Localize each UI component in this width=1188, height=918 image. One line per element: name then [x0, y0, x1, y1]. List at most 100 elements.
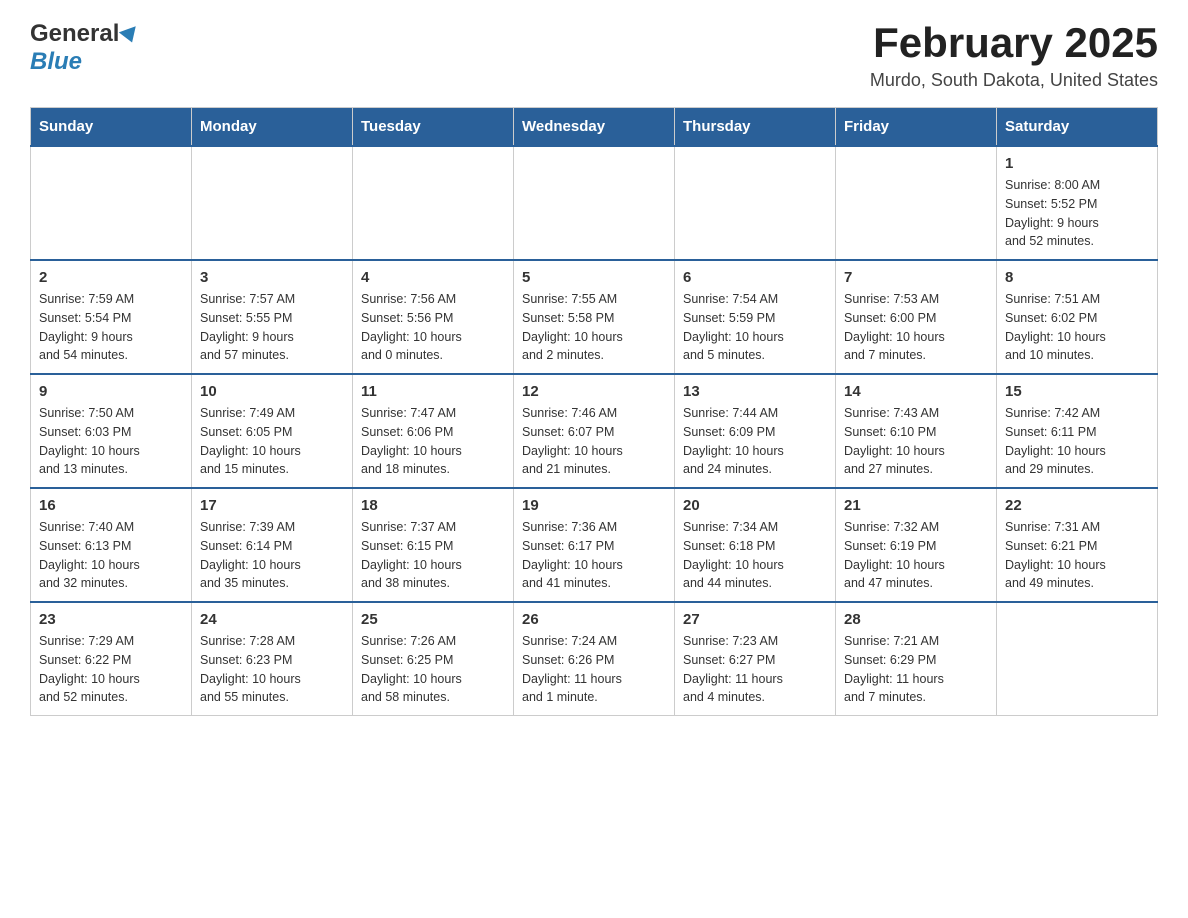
day-number: 21	[844, 497, 988, 514]
day-cell	[997, 602, 1158, 716]
day-cell: 18 Sunrise: 7:37 AM Sunset: 6:15 PM Dayli…	[353, 488, 514, 602]
weekday-tuesday: Tuesday	[353, 108, 514, 147]
day-number: 7	[844, 269, 988, 286]
day-cell: 9 Sunrise: 7:50 AM Sunset: 6:03 PM Daylig…	[31, 374, 192, 488]
day-info: Sunrise: 7:57 AM Sunset: 5:55 PM Dayligh…	[200, 290, 344, 365]
day-cell	[192, 146, 353, 260]
day-info: Sunrise: 7:49 AM Sunset: 6:05 PM Dayligh…	[200, 404, 344, 479]
day-cell	[353, 146, 514, 260]
day-cell: 11 Sunrise: 7:47 AM Sunset: 6:06 PM Dayli…	[353, 374, 514, 488]
day-cell: 16 Sunrise: 7:40 AM Sunset: 6:13 PM Dayli…	[31, 488, 192, 602]
day-info: Sunrise: 7:36 AM Sunset: 6:17 PM Dayligh…	[522, 518, 666, 593]
day-cell	[514, 146, 675, 260]
day-number: 11	[361, 383, 505, 400]
day-info: Sunrise: 7:21 AM Sunset: 6:29 PM Dayligh…	[844, 632, 988, 707]
day-info: Sunrise: 7:46 AM Sunset: 6:07 PM Dayligh…	[522, 404, 666, 479]
day-info: Sunrise: 7:40 AM Sunset: 6:13 PM Dayligh…	[39, 518, 183, 593]
day-info: Sunrise: 7:53 AM Sunset: 6:00 PM Dayligh…	[844, 290, 988, 365]
logo-general: General	[30, 20, 119, 48]
day-info: Sunrise: 7:37 AM Sunset: 6:15 PM Dayligh…	[361, 518, 505, 593]
day-info: Sunrise: 7:26 AM Sunset: 6:25 PM Dayligh…	[361, 632, 505, 707]
day-number: 9	[39, 383, 183, 400]
day-info: Sunrise: 7:28 AM Sunset: 6:23 PM Dayligh…	[200, 632, 344, 707]
day-cell: 3 Sunrise: 7:57 AM Sunset: 5:55 PM Daylig…	[192, 260, 353, 374]
day-info: Sunrise: 7:31 AM Sunset: 6:21 PM Dayligh…	[1005, 518, 1149, 593]
day-cell: 20 Sunrise: 7:34 AM Sunset: 6:18 PM Dayli…	[675, 488, 836, 602]
day-info: Sunrise: 7:44 AM Sunset: 6:09 PM Dayligh…	[683, 404, 827, 479]
day-info: Sunrise: 7:39 AM Sunset: 6:14 PM Dayligh…	[200, 518, 344, 593]
page-header: General Blue February 2025 Murdo, South …	[30, 20, 1158, 91]
day-number: 12	[522, 383, 666, 400]
week-row-2: 2 Sunrise: 7:59 AM Sunset: 5:54 PM Daylig…	[31, 260, 1158, 374]
day-info: Sunrise: 7:51 AM Sunset: 6:02 PM Dayligh…	[1005, 290, 1149, 365]
weekday-header-row: SundayMondayTuesdayWednesdayThursdayFrid…	[31, 108, 1158, 147]
calendar-table: SundayMondayTuesdayWednesdayThursdayFrid…	[30, 107, 1158, 716]
day-number: 1	[1005, 155, 1149, 172]
day-number: 15	[1005, 383, 1149, 400]
title-section: February 2025 Murdo, South Dakota, Unite…	[870, 20, 1158, 91]
weekday-saturday: Saturday	[997, 108, 1158, 147]
day-number: 5	[522, 269, 666, 286]
day-number: 8	[1005, 269, 1149, 286]
day-number: 26	[522, 611, 666, 628]
day-cell: 14 Sunrise: 7:43 AM Sunset: 6:10 PM Dayli…	[836, 374, 997, 488]
day-cell: 27 Sunrise: 7:23 AM Sunset: 6:27 PM Dayli…	[675, 602, 836, 716]
week-row-4: 16 Sunrise: 7:40 AM Sunset: 6:13 PM Dayli…	[31, 488, 1158, 602]
day-cell: 22 Sunrise: 7:31 AM Sunset: 6:21 PM Dayli…	[997, 488, 1158, 602]
day-info: Sunrise: 7:23 AM Sunset: 6:27 PM Dayligh…	[683, 632, 827, 707]
day-cell: 4Sunrise: 7:56 AM Sunset: 5:56 PM Daylig…	[353, 260, 514, 374]
day-number: 16	[39, 497, 183, 514]
day-cell: 6 Sunrise: 7:54 AM Sunset: 5:59 PM Daylig…	[675, 260, 836, 374]
day-number: 23	[39, 611, 183, 628]
weekday-wednesday: Wednesday	[514, 108, 675, 147]
week-row-1: 1 Sunrise: 8:00 AM Sunset: 5:52 PM Daylig…	[31, 146, 1158, 260]
day-number: 28	[844, 611, 988, 628]
week-row-5: 23Sunrise: 7:29 AM Sunset: 6:22 PM Dayli…	[31, 602, 1158, 716]
day-cell: 7 Sunrise: 7:53 AM Sunset: 6:00 PM Daylig…	[836, 260, 997, 374]
day-number: 18	[361, 497, 505, 514]
day-cell: 17 Sunrise: 7:39 AM Sunset: 6:14 PM Dayli…	[192, 488, 353, 602]
day-info: Sunrise: 7:24 AM Sunset: 6:26 PM Dayligh…	[522, 632, 666, 707]
day-info: Sunrise: 7:50 AM Sunset: 6:03 PM Dayligh…	[39, 404, 183, 479]
day-number: 19	[522, 497, 666, 514]
day-cell: 2 Sunrise: 7:59 AM Sunset: 5:54 PM Daylig…	[31, 260, 192, 374]
day-cell: 19 Sunrise: 7:36 AM Sunset: 6:17 PM Dayli…	[514, 488, 675, 602]
weekday-friday: Friday	[836, 108, 997, 147]
day-cell: 10 Sunrise: 7:49 AM Sunset: 6:05 PM Dayli…	[192, 374, 353, 488]
day-number: 14	[844, 383, 988, 400]
day-info: Sunrise: 7:59 AM Sunset: 5:54 PM Dayligh…	[39, 290, 183, 365]
calendar-subtitle: Murdo, South Dakota, United States	[870, 70, 1158, 91]
day-number: 10	[200, 383, 344, 400]
logo-blue: Blue	[30, 48, 82, 76]
day-info: Sunrise: 7:56 AM Sunset: 5:56 PM Dayligh…	[361, 290, 505, 365]
day-info: Sunrise: 7:43 AM Sunset: 6:10 PM Dayligh…	[844, 404, 988, 479]
day-cell: 15 Sunrise: 7:42 AM Sunset: 6:11 PM Dayli…	[997, 374, 1158, 488]
day-number: 22	[1005, 497, 1149, 514]
day-cell: 24 Sunrise: 7:28 AM Sunset: 6:23 PM Dayli…	[192, 602, 353, 716]
day-cell: 26 Sunrise: 7:24 AM Sunset: 6:26 PM Dayli…	[514, 602, 675, 716]
day-info: Sunrise: 7:34 AM Sunset: 6:18 PM Dayligh…	[683, 518, 827, 593]
day-cell: 12 Sunrise: 7:46 AM Sunset: 6:07 PM Dayli…	[514, 374, 675, 488]
day-number: 17	[200, 497, 344, 514]
day-info: Sunrise: 7:42 AM Sunset: 6:11 PM Dayligh…	[1005, 404, 1149, 479]
day-cell: 21Sunrise: 7:32 AM Sunset: 6:19 PM Dayli…	[836, 488, 997, 602]
day-info: Sunrise: 7:47 AM Sunset: 6:06 PM Dayligh…	[361, 404, 505, 479]
day-info: Sunrise: 7:54 AM Sunset: 5:59 PM Dayligh…	[683, 290, 827, 365]
day-number: 6	[683, 269, 827, 286]
weekday-sunday: Sunday	[31, 108, 192, 147]
day-cell: 1 Sunrise: 8:00 AM Sunset: 5:52 PM Daylig…	[997, 146, 1158, 260]
day-number: 2	[39, 269, 183, 286]
day-cell: 28 Sunrise: 7:21 AM Sunset: 6:29 PM Dayli…	[836, 602, 997, 716]
day-info: Sunrise: 8:00 AM Sunset: 5:52 PM Dayligh…	[1005, 176, 1149, 251]
day-cell	[31, 146, 192, 260]
day-cell: 23Sunrise: 7:29 AM Sunset: 6:22 PM Dayli…	[31, 602, 192, 716]
day-cell: 13Sunrise: 7:44 AM Sunset: 6:09 PM Dayli…	[675, 374, 836, 488]
day-number: 27	[683, 611, 827, 628]
logo: General Blue	[30, 20, 139, 76]
day-cell: 5Sunrise: 7:55 AM Sunset: 5:58 PM Daylig…	[514, 260, 675, 374]
day-cell: 8 Sunrise: 7:51 AM Sunset: 6:02 PM Daylig…	[997, 260, 1158, 374]
day-number: 24	[200, 611, 344, 628]
calendar-title: February 2025	[870, 20, 1158, 66]
day-number: 3	[200, 269, 344, 286]
day-number: 20	[683, 497, 827, 514]
